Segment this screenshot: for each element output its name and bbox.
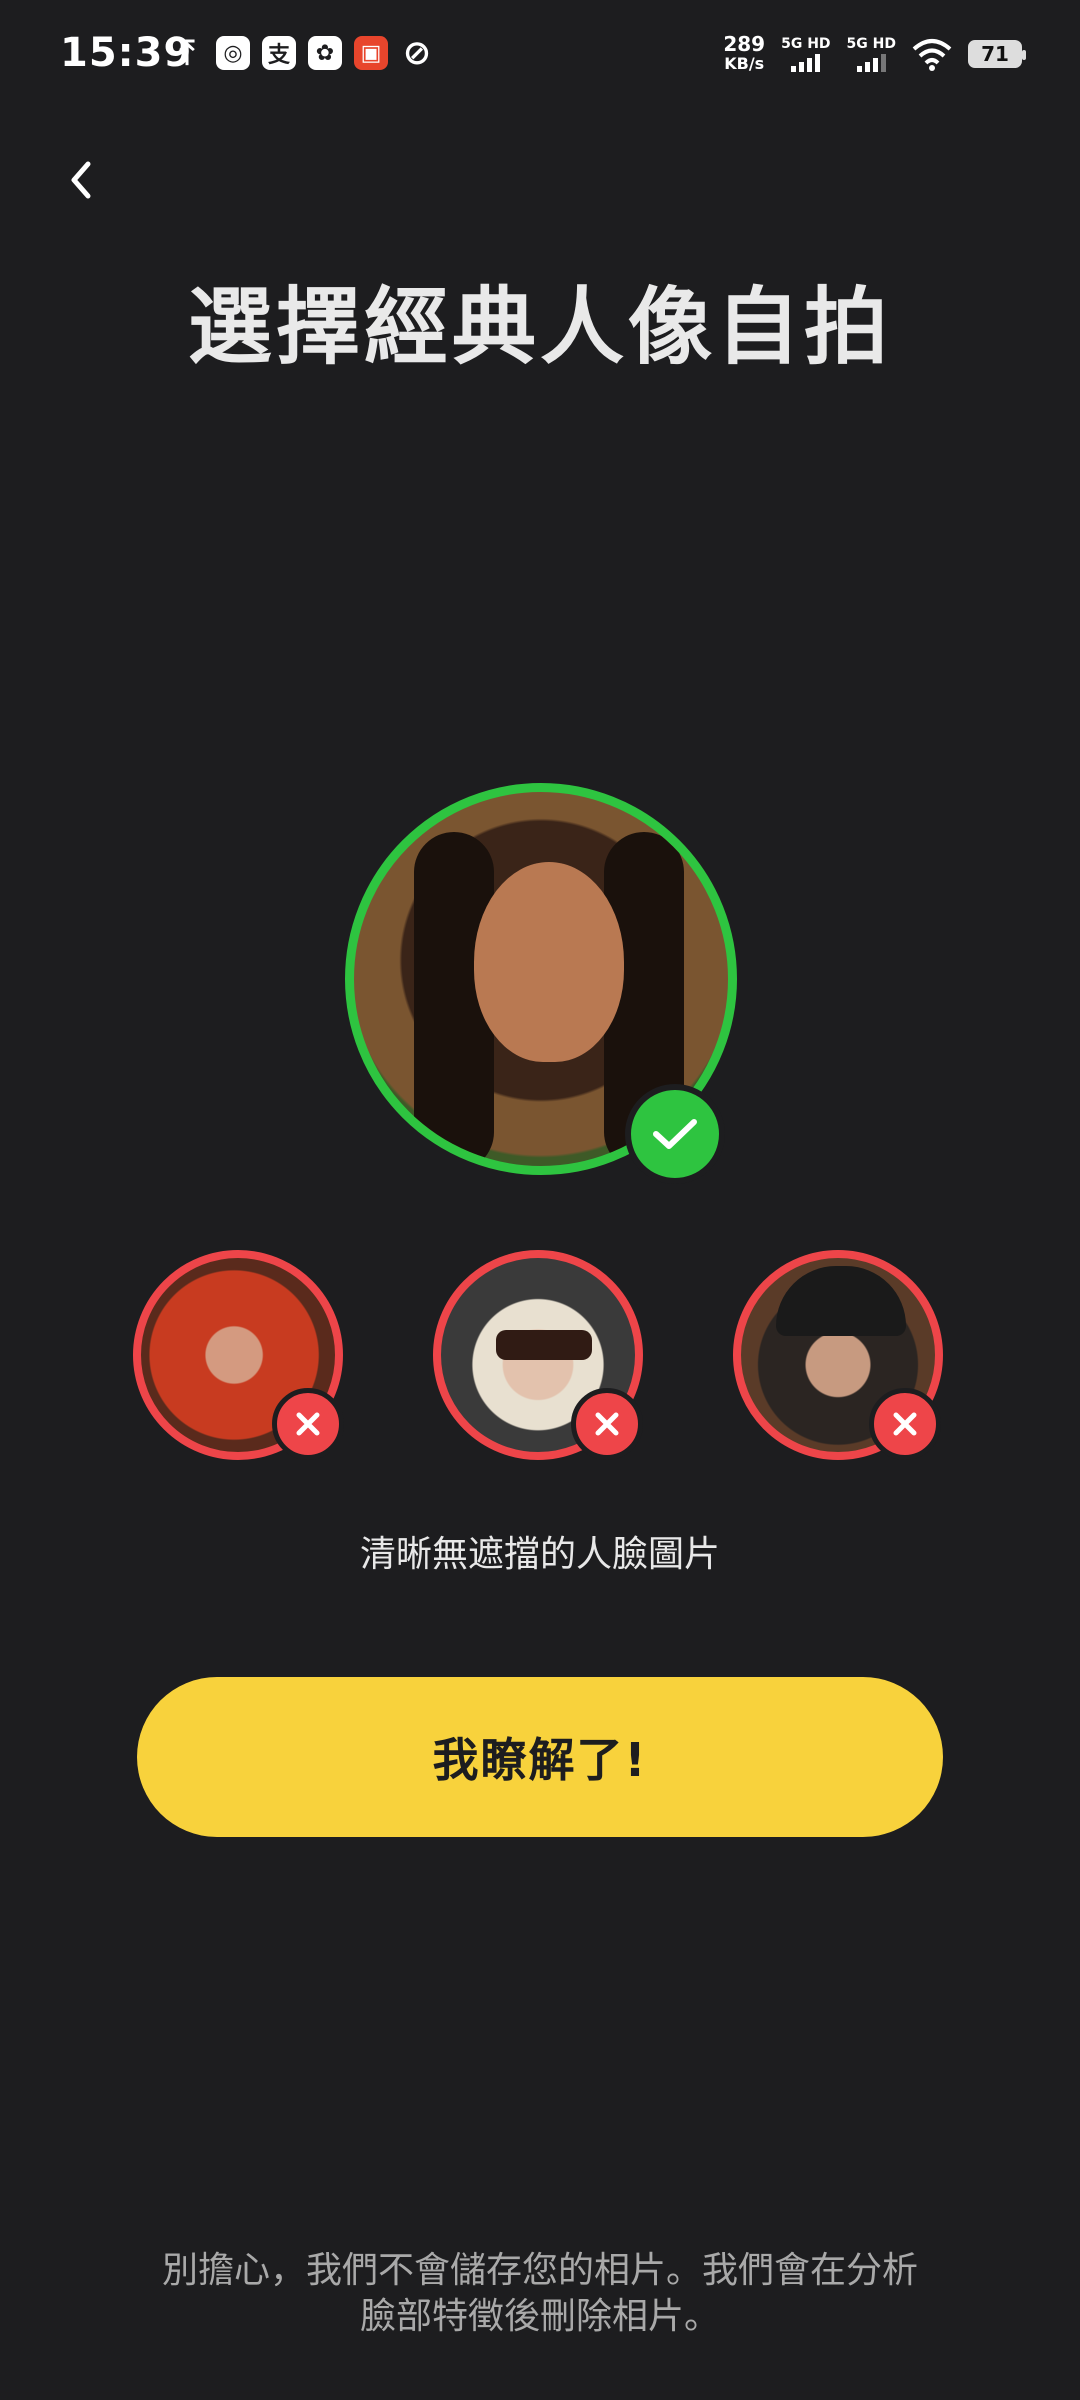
close-icon — [296, 1412, 320, 1436]
sunglasses — [496, 1330, 592, 1360]
close-icon — [893, 1412, 917, 1436]
app-notification-icon: ⊘ — [402, 33, 432, 73]
battery-level: 71 — [981, 42, 1009, 66]
page-title: 選擇經典人像自拍 — [187, 278, 892, 376]
privacy-notice: 別擔心，我們不會儲存您的相片。我們會在分析 臉部特徵後刪除相片。 — [130, 2248, 950, 2340]
alipay-icon: 支 — [262, 36, 296, 70]
system-status: 289 KB/s 5G HD 5G HD 71 — [723, 34, 1026, 74]
close-icon — [595, 1412, 619, 1436]
notification-icons: ⤒ ◎ 支 ✿ ▣ ⊘ — [170, 33, 434, 73]
app-notification-icon: ✿ — [308, 36, 342, 70]
network-speed: 289 KB/s — [723, 34, 765, 74]
network-speed-unit: KB/s — [724, 54, 765, 73]
status-bar: 15:39 ⤒ ◎ 支 ✿ ▣ ⊘ 289 KB/s 5G HD 5G HD 7… — [0, 0, 1080, 110]
photo-requirement-caption: 清晰無遮擋的人臉圖片 — [359, 1534, 720, 1575]
battery-icon: 71 — [968, 40, 1026, 68]
app-notification-icon: ◎ — [216, 36, 250, 70]
chevron-left-icon — [71, 161, 91, 199]
network-speed-value: 289 — [723, 32, 766, 56]
sim2-signal-icon: 5G HD — [847, 36, 896, 72]
privacy-notice-line-1: 別擔心，我們不會儲存您的相片。我們會在分析 — [161, 2250, 918, 2291]
reject-badge — [272, 1388, 344, 1460]
upload-icon: ⤒ — [179, 33, 195, 73]
sim1-label: 5G HD — [781, 36, 831, 52]
check-badge — [625, 1084, 725, 1184]
check-icon — [653, 1119, 697, 1149]
privacy-notice-line-2: 臉部特徵後刪除相片。 — [359, 2296, 720, 2337]
sim1-signal-icon: 5G HD — [781, 36, 831, 72]
beanie — [776, 1266, 906, 1336]
reject-badge — [571, 1388, 643, 1460]
reject-badge — [869, 1388, 941, 1460]
portrait-face — [474, 862, 624, 1062]
understood-button[interactable]: 我瞭解了! — [137, 1677, 943, 1837]
sim2-label: 5G HD — [846, 36, 896, 52]
app-notification-icon: ▣ — [354, 36, 388, 70]
wifi-icon — [912, 39, 952, 71]
back-button[interactable] — [56, 150, 106, 210]
